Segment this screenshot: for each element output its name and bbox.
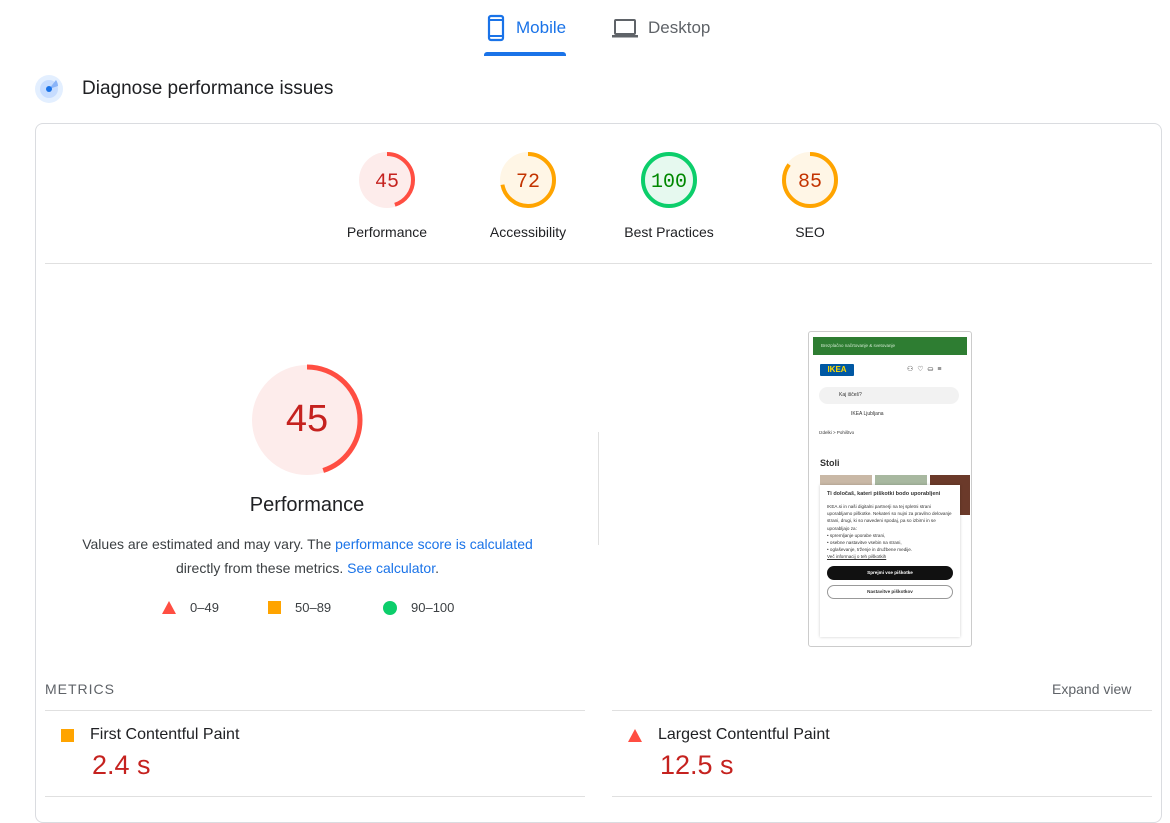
square-icon (61, 728, 74, 742)
performance-label: Performance (249, 494, 365, 516)
score-calculated-link[interactable]: performance score is calculated (335, 536, 533, 552)
tab-label: Desktop (648, 18, 711, 37)
metric-largest-contentful-paint: Largest Contentful Paint 12.5 s (628, 726, 830, 781)
score-value: 100 (651, 171, 687, 194)
ikea-logo: IKEA (820, 364, 854, 376)
tab-mobile[interactable]: Mobile (483, 14, 567, 56)
score-value: 45 (375, 171, 399, 194)
score-ring: 45 (359, 152, 415, 208)
triangle-icon (628, 728, 642, 742)
section-title: Diagnose performance issues (82, 78, 334, 99)
score-value: 85 (798, 171, 822, 194)
square-icon (268, 601, 281, 614)
circle-icon (383, 600, 397, 615)
metric-first-contentful-paint: First Contentful Paint 2.4 s (61, 726, 239, 781)
legend-pass: 90–100 (383, 600, 454, 615)
laptop-icon (612, 19, 638, 38)
score-ring: 85 (782, 152, 838, 208)
tab-desktop[interactable]: Desktop (612, 14, 710, 56)
category-label: Accessibility (489, 224, 567, 240)
category-gauge-accessibility[interactable]: 72 Accessibility (458, 150, 598, 240)
performance-score-large: 45 (285, 398, 329, 440)
metrics-header: METRICS (45, 681, 115, 697)
score-value: 72 (516, 171, 540, 194)
category-gauge-seo[interactable]: 85 SEO (740, 150, 880, 240)
category-label: Performance (346, 224, 428, 240)
expand-view-button[interactable]: Expand view (1052, 681, 1131, 697)
page-screenshot: Brezplačno načrtovanje & svetovanje IKEA… (808, 331, 972, 647)
triangle-icon (162, 601, 176, 614)
diagnose-icon (35, 75, 63, 103)
score-ring: 100 (641, 152, 697, 208)
category-gauge-performance[interactable]: 45 Performance (317, 150, 457, 240)
vertical-divider (598, 432, 599, 545)
legend-average: 50–89 (268, 600, 331, 615)
score-ring: 72 (500, 152, 556, 208)
legend-fail: 0–49 (162, 600, 219, 615)
divider (45, 263, 1152, 264)
score-description: Values are estimated and may vary. The p… (82, 536, 533, 576)
category-label: SEO (795, 224, 825, 240)
smartphone-icon (487, 14, 505, 42)
tab-label: Mobile (516, 18, 567, 37)
category-label: Best Practices (624, 224, 714, 240)
see-calculator-link[interactable]: See calculator (347, 560, 435, 576)
category-gauge-best-practices[interactable]: 100 Best Practices (599, 150, 739, 240)
